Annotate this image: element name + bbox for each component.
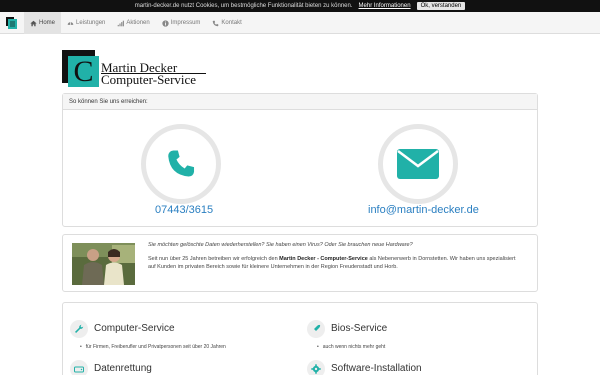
service-title: Datenrettung (94, 363, 152, 374)
service-title: Software-Installation (331, 363, 422, 374)
nav-item-label: Home (39, 20, 56, 26)
service-icon-circle (307, 320, 325, 338)
signal-icon (118, 20, 125, 26)
info-icon (162, 19, 169, 27)
nav-item-label: Aktionen (126, 20, 150, 26)
wrench-icon (75, 324, 84, 333)
nav-item-leistungen[interactable]: Leistungen (61, 12, 111, 34)
cookie-banner: martin-decker.de nutzt Cookies, um bestm… (0, 0, 600, 12)
email-circle[interactable] (378, 124, 458, 204)
phone-icon (168, 150, 195, 177)
main-nav: Home Leistungen Aktionen Impressum Konta… (24, 12, 248, 34)
cookie-text: martin-decker.de nutzt Cookies, um bestm… (134, 3, 353, 9)
nav-item-label: Leistungen (76, 20, 106, 26)
service-icon-circle (70, 360, 88, 375)
service-icon-circle (307, 360, 325, 375)
phone-number-link[interactable]: 07443/3615 (155, 204, 213, 216)
about-company-name: Martin Decker - Computer-Service (279, 256, 368, 262)
nav-item-impressum[interactable]: Impressum (156, 12, 207, 34)
nav-item-home[interactable]: Home (24, 12, 62, 34)
service-title: Bios-Service (331, 323, 388, 334)
team-photo (72, 243, 135, 285)
about-panel: Sie möchten gelöschte Daten wiederherste… (62, 234, 538, 292)
email-link[interactable]: info@martin-decker.de (368, 204, 479, 216)
nav-item-label: Impressum (170, 20, 201, 26)
site-logo[interactable]: C Martin Decker Computer-Service (62, 50, 206, 90)
nav-item-aktionen[interactable]: Aktionen (111, 12, 155, 34)
gear-icon (311, 364, 321, 374)
services-panel: Computer-Service für Firmen, Freiberufle… (62, 302, 538, 375)
phone-icon (213, 20, 219, 26)
bios-icon (312, 324, 321, 333)
logo-letter: C (68, 56, 99, 87)
logo-subtitle: Computer-Service (101, 72, 197, 87)
nav-item-label: Kontakt (221, 20, 242, 26)
hdd-icon (74, 366, 84, 373)
cookie-more-info-link[interactable]: Mehr Informationen (359, 3, 411, 9)
home-icon (30, 20, 37, 26)
about-text-part: Seit nun über 25 Jahren betreiben wir er… (148, 256, 280, 262)
phone-circle[interactable] (141, 124, 221, 204)
cookie-accept-button[interactable]: Ok, verstanden (416, 2, 466, 10)
about-question: Sie möchten gelöschte Daten wiederherste… (148, 242, 413, 248)
brand-logo-icon[interactable] (6, 17, 17, 29)
about-text: Seit nun über 25 Jahren betreiben wir er… (148, 255, 523, 271)
service-title: Computer-Service (94, 323, 175, 334)
dashboard-icon (67, 21, 74, 25)
service-icon-circle (70, 320, 88, 338)
service-bullet: für Firmen, Freiberufler und Privatperso… (80, 344, 226, 350)
contact-panel-heading: So können Sie uns erreichen: (63, 94, 537, 110)
envelope-icon (397, 149, 439, 179)
navbar: Home Leistungen Aktionen Impressum Konta… (0, 12, 600, 34)
nav-item-kontakt[interactable]: Kontakt (206, 12, 247, 34)
contact-panel: So können Sie uns erreichen: 07443/3615 … (62, 93, 538, 227)
service-bullet: auch wenn nichts mehr geht (317, 344, 386, 350)
